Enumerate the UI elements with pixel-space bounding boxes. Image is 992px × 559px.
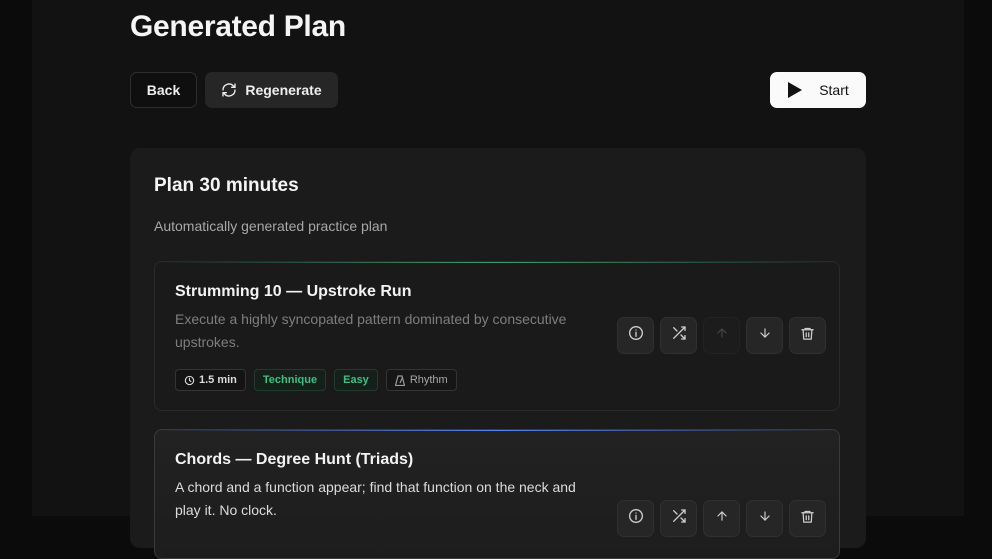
tag-difficulty: Easy — [334, 369, 378, 391]
plan-title: Plan 30 minutes — [154, 175, 299, 196]
tag-technique: Technique — [253, 369, 327, 391]
start-button[interactable]: Start — [770, 72, 866, 108]
info-icon — [628, 508, 644, 529]
plan-panel: Plan 30 minutes Automatically generated … — [130, 148, 866, 559]
exercise-title: Chords — Degree Hunt (Triads) — [175, 451, 414, 468]
exercise-tags: 1.5 min Technique Easy Rhythm — [175, 369, 457, 391]
shuffle-button[interactable] — [660, 500, 697, 537]
info-icon — [628, 325, 644, 346]
arrow-up-icon — [715, 326, 729, 345]
card-accent-line — [155, 430, 839, 431]
duration-badge: 1.5 min — [175, 369, 246, 391]
play-icon — [787, 81, 803, 99]
regenerate-button[interactable]: Regenerate — [205, 72, 338, 108]
regenerate-button-label: Regenerate — [245, 82, 322, 98]
plan-subtitle: Automatically generated practice plan — [154, 218, 388, 234]
page-title: Generated Plan — [130, 10, 346, 43]
delete-button[interactable] — [789, 500, 826, 537]
shuffle-button[interactable] — [660, 317, 697, 354]
duration-text: 1.5 min — [199, 374, 237, 386]
exercise-actions — [617, 500, 826, 537]
arrow-down-icon — [758, 509, 772, 528]
exercise-description: Execute a highly syncopated pattern domi… — [175, 311, 567, 350]
exercise-description: A chord and a function appear; find that… — [175, 479, 576, 518]
exercise-title: Strumming 10 — Upstroke Run — [175, 283, 412, 300]
category-text: Rhythm — [409, 374, 448, 386]
exercise-card: Strumming 10 — Upstroke Run Execute a hi… — [154, 261, 840, 411]
exercise-card: Chords — Degree Hunt (Triads) A chord an… — [154, 429, 840, 559]
info-button[interactable] — [617, 500, 654, 537]
move-up-button[interactable] — [703, 500, 740, 537]
back-button-label: Back — [146, 82, 181, 98]
app-frame: Generated Plan Back Regenerate Start Pla… — [32, 0, 964, 559]
arrow-up-icon — [715, 509, 729, 528]
trash-icon — [800, 509, 815, 529]
move-up-button[interactable] — [703, 317, 740, 354]
exercise-actions — [617, 317, 826, 354]
clock-icon — [184, 375, 195, 386]
refresh-icon — [221, 82, 237, 98]
shuffle-icon — [671, 508, 687, 529]
move-down-button[interactable] — [746, 500, 783, 537]
shuffle-icon — [671, 325, 687, 346]
category-badge: Rhythm — [385, 369, 457, 391]
metronome-icon — [394, 374, 405, 386]
trash-icon — [800, 326, 815, 346]
back-button[interactable]: Back — [130, 72, 197, 108]
arrow-down-icon — [758, 326, 772, 345]
delete-button[interactable] — [789, 317, 826, 354]
info-button[interactable] — [617, 317, 654, 354]
card-accent-line — [155, 262, 839, 263]
start-button-label: Start — [819, 82, 849, 98]
move-down-button[interactable] — [746, 317, 783, 354]
